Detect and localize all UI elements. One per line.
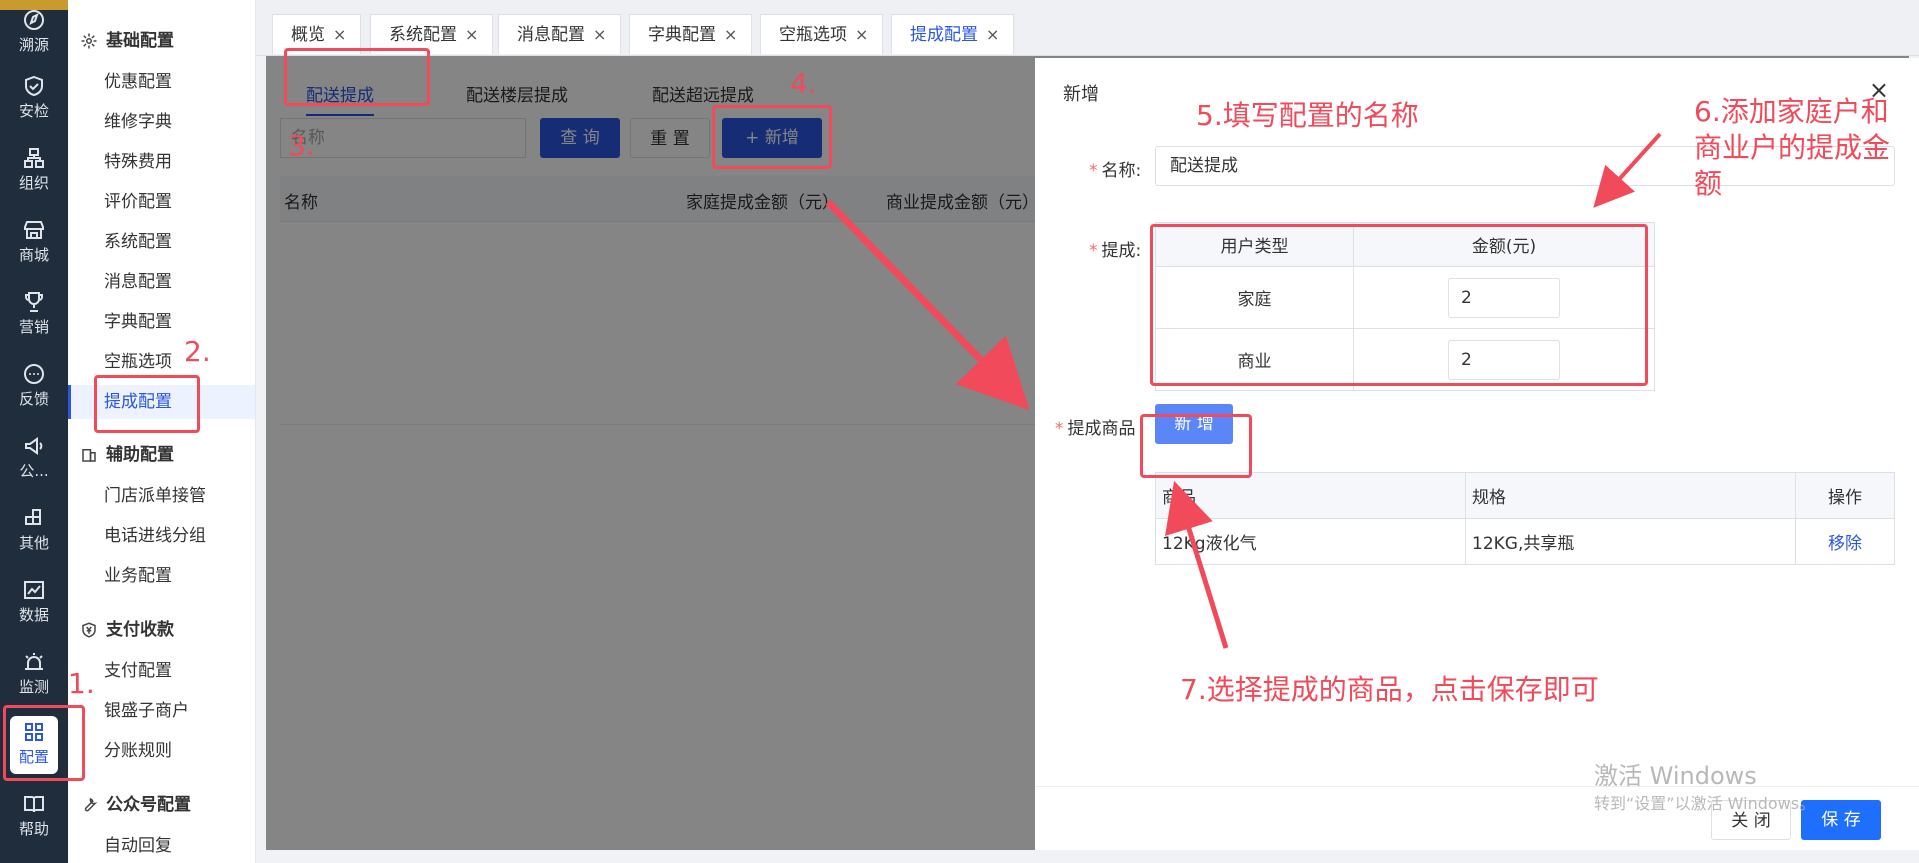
annotation-arrows	[825, 132, 1662, 649]
arrow-to-drawer	[825, 199, 1030, 411]
arrow-to-goods	[1165, 480, 1229, 649]
arrow-to-rates	[1593, 132, 1662, 208]
